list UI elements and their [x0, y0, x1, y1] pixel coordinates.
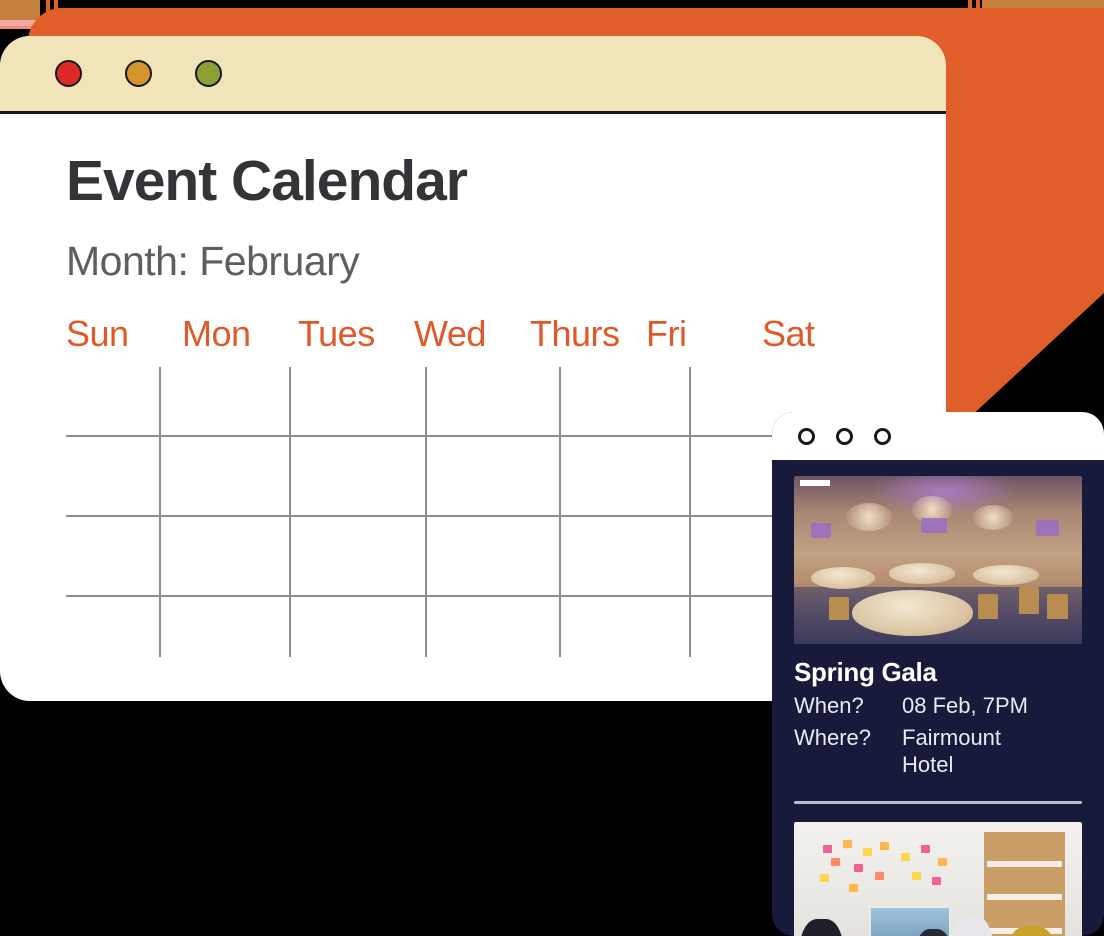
event-where-line1: Fairmount: [902, 724, 1002, 750]
chair: [828, 596, 849, 621]
event-where-row: Where? Fairmount Hotel: [794, 724, 1082, 779]
chair: [1018, 586, 1039, 614]
weekday-mon: Mon: [182, 312, 251, 354]
event-where-line2: Hotel: [902, 752, 954, 777]
event-card-workshop[interactable]: [794, 821, 1082, 936]
workshop-photo: [794, 821, 1082, 936]
decor-brown-bar-left: [0, 0, 40, 20]
event-where-label: Where?: [794, 724, 872, 750]
event-card-divider: [794, 800, 1082, 804]
chair: [1047, 593, 1068, 619]
close-button[interactable]: [55, 60, 82, 87]
weekday-tues: Tues: [298, 312, 375, 354]
maximize-button[interactable]: [195, 60, 222, 87]
event-when-label: When?: [794, 693, 864, 718]
bookshelf: [984, 831, 1065, 936]
window-titlebar: [0, 36, 946, 114]
grid-hline-3: [66, 594, 878, 597]
weekday-fri: Fri: [646, 312, 687, 354]
event-when-value: 08 Feb, 7PM: [902, 693, 1028, 718]
month-label: Month: February: [66, 237, 360, 284]
weekday-sun: Sun: [66, 312, 129, 354]
chandelier-icon: [845, 502, 892, 532]
wall-lamp-icon: [1035, 519, 1059, 537]
weekday-wed: Wed: [414, 312, 486, 354]
panel-dot-three[interactable]: [874, 427, 891, 445]
grid-vline-4: [559, 366, 561, 657]
calendar-grid: Sun Mon Tues Wed Thurs Fri Sat: [66, 313, 878, 657]
events-panel-titlebar: [772, 412, 1104, 460]
banquet-table: [889, 563, 956, 584]
minimize-button[interactable]: [125, 60, 152, 87]
panel-dot-one[interactable]: [798, 427, 815, 445]
chair: [978, 593, 999, 619]
banquet-table-front: [851, 590, 973, 636]
chandelier-icon: [972, 504, 1013, 530]
grid-vline-5: [689, 366, 691, 657]
events-panel: Spring Gala When? 08 Feb, 7PM Where? Fai…: [772, 412, 1104, 936]
event-card-spring-gala[interactable]: Spring Gala When? 08 Feb, 7PM Where? Fai…: [794, 476, 1082, 779]
ballroom-photo: [794, 476, 1082, 644]
page-title: Event Calendar: [66, 149, 468, 213]
person: [799, 918, 843, 936]
wall-lamp-icon: [920, 518, 947, 534]
panel-dot-two[interactable]: [836, 427, 853, 445]
event-title: Spring Gala: [794, 657, 937, 687]
grid-hline-2: [66, 514, 878, 517]
weekday-header-row: Sun Mon Tues Wed Thurs Fri Sat: [66, 313, 878, 355]
grid-vline-1: [159, 366, 161, 657]
grid-vline-2: [289, 366, 291, 657]
event-when-row: When? 08 Feb, 7PM: [794, 692, 1082, 720]
grid-vline-3: [425, 366, 427, 657]
events-list: Spring Gala When? 08 Feb, 7PM Where? Fai…: [772, 460, 1104, 936]
event-where-value: Fairmount Hotel: [902, 724, 1082, 779]
weekday-sat: Sat: [762, 312, 815, 354]
calendar-cells-area[interactable]: [66, 366, 878, 657]
banquet-table: [972, 565, 1039, 586]
banquet-table: [811, 566, 875, 589]
photo-corner-tab: [800, 480, 830, 486]
wall-lamp-icon: [811, 523, 832, 539]
grid-hline-1: [66, 434, 878, 437]
weekday-thurs: Thurs: [530, 312, 620, 354]
